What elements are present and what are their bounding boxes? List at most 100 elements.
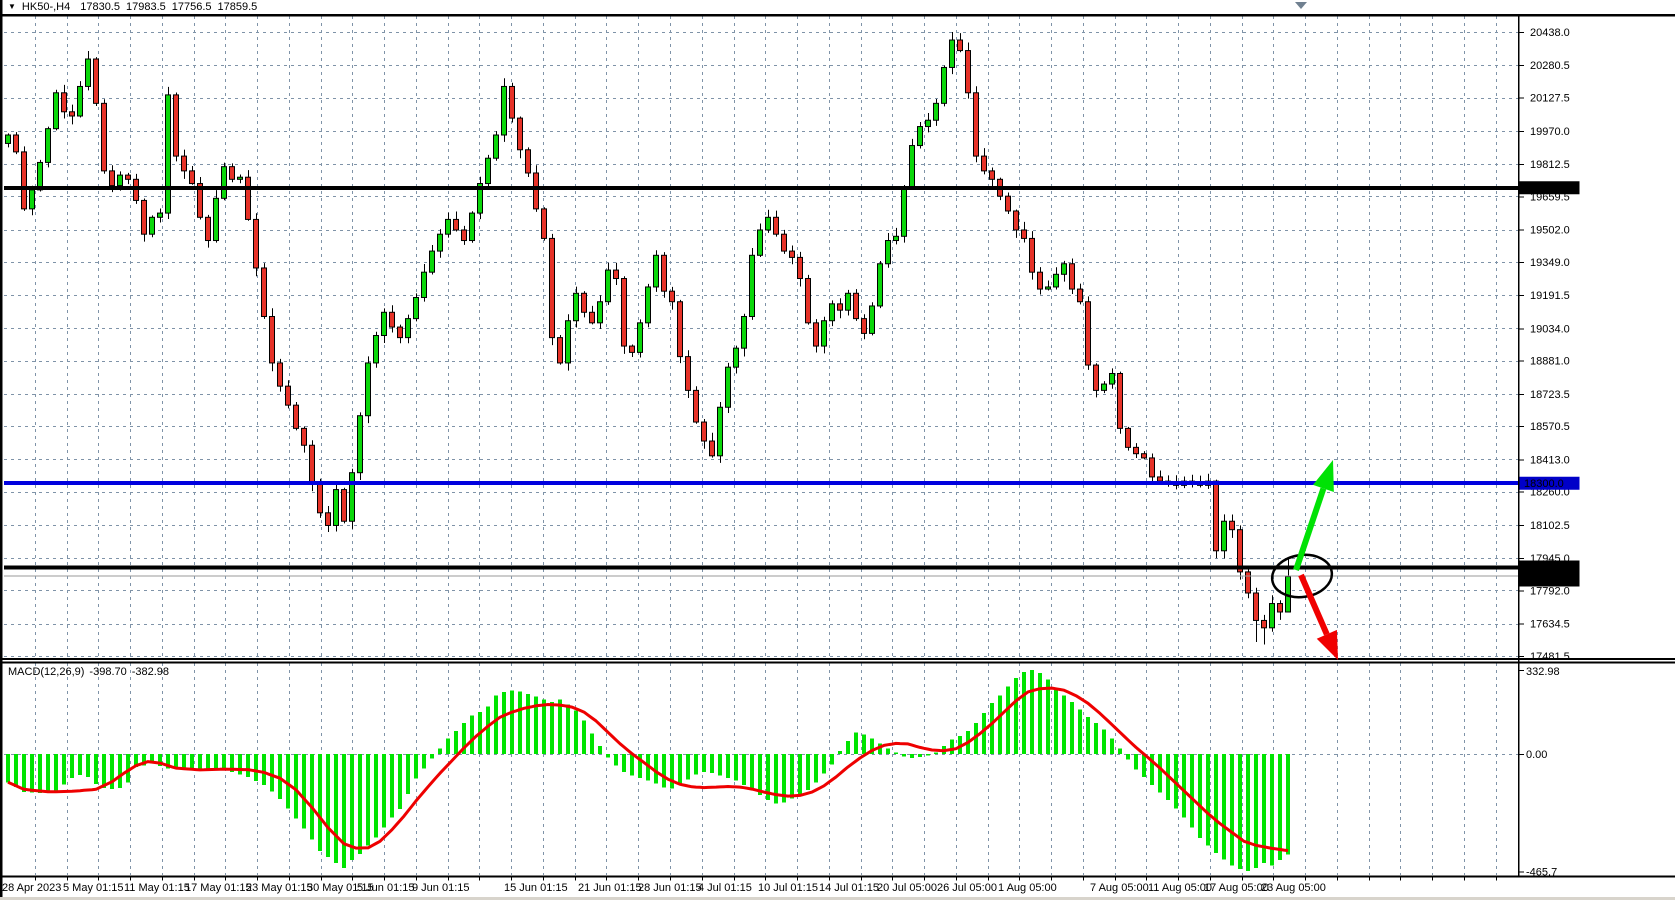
window-left-edge [0,0,3,897]
time-label: 10 Jul 01:15 [758,882,818,894]
macd-bar [550,702,554,754]
candle [166,87,171,219]
quote-close: 17859.5 [218,1,258,13]
macd-bar [1158,754,1162,792]
symbol-dropdown-icon[interactable]: ▼ [8,2,16,11]
macd-bar [422,754,426,769]
macd-bar [54,754,58,791]
macd-bar [382,754,386,828]
macd-bar [318,754,322,851]
macd-bar [1038,673,1042,754]
macd-tick: 332.98 [1526,666,1560,678]
price-tick: 18723.5 [1530,389,1570,401]
time-label: 28 Jun 01:15 [638,882,702,894]
macd-bar [334,754,338,863]
macd-bar [294,754,298,818]
macd-bar [1254,754,1258,868]
macd-main-value: -398.70 [89,666,126,678]
macd-bar [630,754,634,776]
macd-bar [1086,717,1090,754]
candle [494,131,499,161]
candle [350,469,355,529]
time-label: 23 Aug 05:00 [1261,882,1326,894]
candle [806,275,811,325]
price-tick: 19191.5 [1530,290,1570,302]
price-level-badge-text: 19700.0 [1524,183,1564,195]
macd-bar [254,754,258,781]
macd-bar [14,754,18,787]
price-tick: 19812.5 [1530,159,1570,171]
macd-bar [494,695,498,754]
macd-bar [1214,754,1218,853]
macd-bar [598,746,602,754]
candle [246,170,251,221]
macd-bar [1286,754,1290,855]
time-label: 11 May 01:15 [124,882,190,894]
candle [1118,372,1123,434]
macd-bar [678,754,682,785]
candle [342,488,347,524]
price-level-badge-text: 18300.0 [1524,478,1564,490]
macd-bar [950,740,954,754]
macd-signal-value: -382.98 [132,666,169,678]
macd-bar [326,754,330,857]
macd-tick: 0.00 [1526,749,1547,761]
chart-canvas[interactable]: 20438.020280.520127.519970.019812.519659… [0,0,1675,900]
macd-bar [1142,754,1146,777]
macd-bar [822,754,826,773]
macd-bar [862,735,866,754]
macd-bar [614,754,618,766]
time-label: 4 Jul 01:15 [698,882,752,894]
macd-bar [198,754,202,771]
price-tick: 19034.0 [1530,323,1570,335]
macd-bar [206,754,210,770]
price-tick: 19502.0 [1530,225,1570,237]
macd-bar [454,731,458,754]
macd-bar [438,748,442,754]
time-label: 15 Jun 01:15 [504,882,568,894]
macd-bar [1054,688,1058,754]
price-tick: 19349.0 [1530,257,1570,269]
time-label: 5 Jun 01:15 [357,882,415,894]
time-label: 28 Apr 2023 [2,882,61,894]
macd-bar [430,754,434,759]
macd-bar [70,754,74,778]
macd-bar [830,754,834,765]
macd-bar [998,695,1002,754]
macd-bar [694,754,698,775]
price-pane-surface[interactable] [4,16,1518,659]
macd-bar [886,748,890,754]
macd-bar [1062,695,1066,754]
macd-bar [118,754,122,788]
macd-bar [1110,738,1114,754]
candle [14,132,19,154]
price-tick: 17481.5 [1530,651,1570,663]
time-label: 17 May 01:15 [185,882,252,894]
macd-bar [1134,754,1138,770]
price-level-badge-text: 17900.0 [1524,562,1564,574]
macd-bar [214,754,218,769]
price-tick: 20438.0 [1530,27,1570,39]
macd-bar [470,716,474,754]
macd-bar [558,700,562,754]
quote-line: ▼HK50-,H417830.517983.517756.517859.5 [8,0,263,14]
macd-bar [686,754,690,780]
macd-name: MACD(12,26,9) [8,666,84,678]
macd-bar [1230,754,1234,866]
macd-bar [934,752,938,754]
candle [974,86,979,162]
price-level-badge-text: 17859.5 [1524,575,1564,587]
candle [942,66,947,107]
candle [94,57,99,106]
candle [46,127,51,168]
macd-bar [1070,702,1074,754]
macd-bar [1238,754,1242,869]
candle [1238,525,1243,579]
macd-bar [1206,754,1210,845]
macd-bar [846,741,850,754]
macd-indicator-label: MACD(12,26,9) -398.70 -382.98 [8,666,174,678]
macd-bar [1078,709,1082,754]
candle [854,289,859,321]
macd-bar [990,703,994,754]
macd-bar [1006,687,1010,754]
